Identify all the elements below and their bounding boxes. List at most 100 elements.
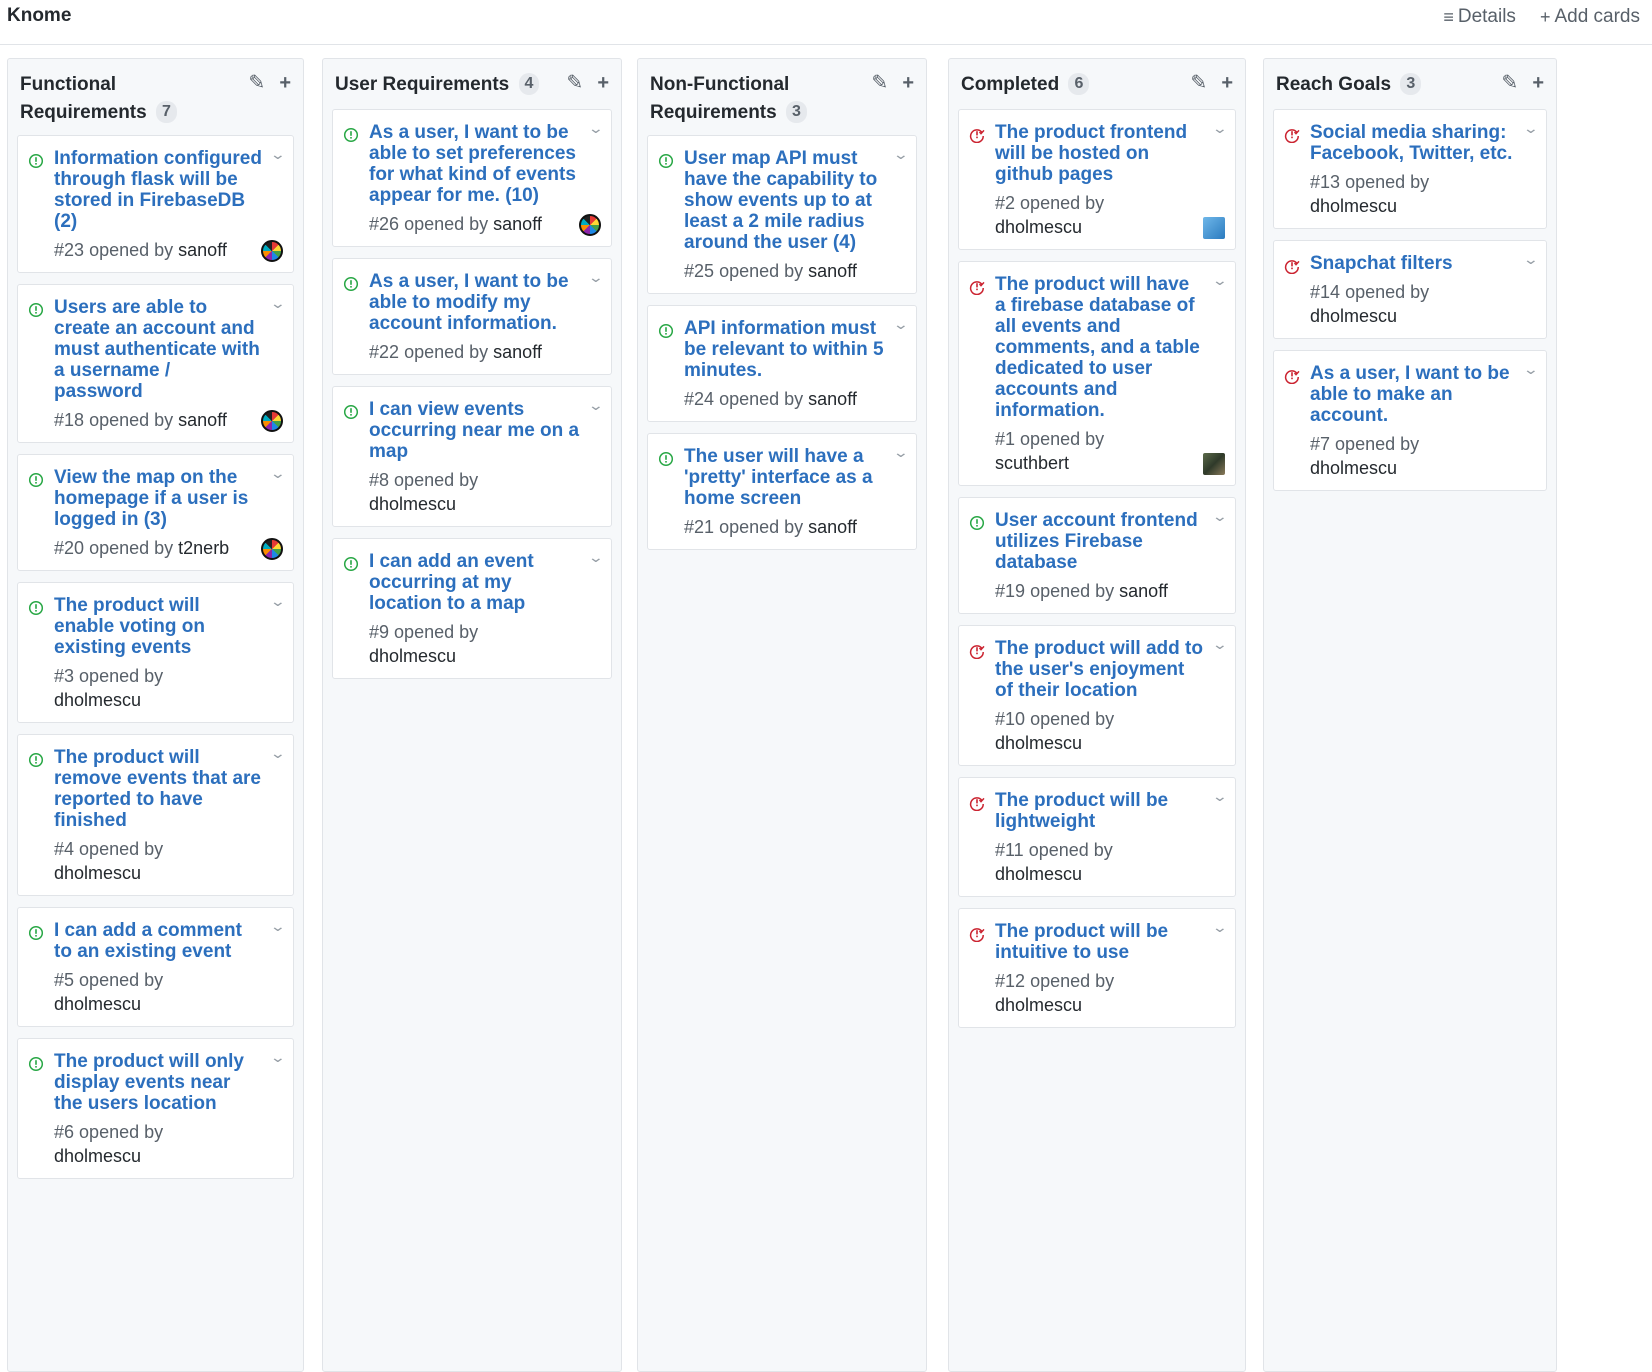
issue-author[interactable]: dholmescu: [369, 494, 456, 514]
issue-author[interactable]: dholmescu: [54, 994, 141, 1014]
add-card-plus-icon[interactable]: +: [902, 69, 914, 97]
chevron-down-icon[interactable]: ⌄: [1212, 508, 1228, 525]
issue-author[interactable]: dholmescu: [54, 690, 141, 710]
issue-author[interactable]: sanoff: [493, 342, 542, 362]
chevron-down-icon[interactable]: ⌄: [588, 120, 604, 137]
chevron-down-icon[interactable]: ⌄: [270, 593, 286, 610]
user-avatar[interactable]: [261, 538, 283, 560]
issue-author[interactable]: sanoff: [178, 240, 227, 260]
issue-card[interactable]: The product will be intuitive to use #12 …: [958, 908, 1236, 1028]
chevron-down-icon[interactable]: ⌄: [893, 316, 909, 333]
issue-author[interactable]: dholmescu: [1310, 458, 1397, 478]
edit-pencil-icon[interactable]: ✎: [1191, 69, 1208, 97]
add-card-plus-icon[interactable]: +: [597, 69, 609, 97]
issue-card[interactable]: The product will add to the user's enjoy…: [958, 625, 1236, 766]
issue-author[interactable]: dholmescu: [1310, 196, 1397, 216]
issue-author[interactable]: dholmescu: [995, 995, 1082, 1015]
issue-title-link[interactable]: Users are able to create an account and …: [54, 297, 263, 402]
issue-author[interactable]: dholmescu: [54, 1146, 141, 1166]
chevron-down-icon[interactable]: ⌄: [1523, 120, 1539, 137]
issue-title-link[interactable]: I can view events occurring near me on a…: [369, 399, 581, 462]
issue-author[interactable]: sanoff: [808, 517, 857, 537]
issue-card[interactable]: The user will have a 'pretty' interface …: [647, 433, 917, 550]
issue-card[interactable]: I can add an event occurring at my locat…: [332, 538, 612, 679]
issue-title-link[interactable]: View the map on the homepage if a user i…: [54, 467, 263, 530]
issue-title-link[interactable]: The product will be intuitive to use: [995, 921, 1205, 963]
issue-card[interactable]: Snapchat filters #14 opened by dholmescu ⌄: [1273, 240, 1547, 339]
user-avatar[interactable]: [261, 410, 283, 432]
issue-card[interactable]: User account frontend utilizes Firebase …: [958, 497, 1236, 614]
add-cards-button[interactable]: + Add cards: [1540, 6, 1640, 28]
chevron-down-icon[interactable]: ⌄: [270, 295, 286, 312]
chevron-down-icon[interactable]: ⌄: [1523, 361, 1539, 378]
chevron-down-icon[interactable]: ⌄: [1212, 272, 1228, 289]
issue-title-link[interactable]: API information must be relevant to with…: [684, 318, 886, 381]
chevron-down-icon[interactable]: ⌄: [270, 465, 286, 482]
issue-card[interactable]: Users are able to create an account and …: [17, 284, 294, 443]
issue-title-link[interactable]: As a user, I want to be able to make an …: [1310, 363, 1516, 426]
issue-title-link[interactable]: User account frontend utilizes Firebase …: [995, 510, 1205, 573]
chevron-down-icon[interactable]: ⌄: [1212, 919, 1228, 936]
issue-author[interactable]: dholmescu: [995, 217, 1082, 237]
issue-author[interactable]: t2nerb: [178, 538, 229, 558]
issue-author[interactable]: dholmescu: [995, 864, 1082, 884]
issue-title-link[interactable]: The product will only display events nea…: [54, 1051, 263, 1114]
issue-card[interactable]: The product will enable voting on existi…: [17, 582, 294, 723]
issue-author[interactable]: dholmescu: [995, 733, 1082, 753]
chevron-down-icon[interactable]: ⌄: [1212, 120, 1228, 137]
issue-card[interactable]: As a user, I want to be able to make an …: [1273, 350, 1547, 491]
chevron-down-icon[interactable]: ⌄: [1212, 636, 1228, 653]
issue-title-link[interactable]: Social media sharing: Facebook, Twitter,…: [1310, 122, 1516, 164]
chevron-down-icon[interactable]: ⌄: [588, 269, 604, 286]
issue-card[interactable]: I can view events occurring near me on a…: [332, 386, 612, 527]
issue-title-link[interactable]: The product will enable voting on existi…: [54, 595, 263, 658]
chevron-down-icon[interactable]: ⌄: [270, 146, 286, 163]
issue-card[interactable]: The product frontend will be hosted on g…: [958, 109, 1236, 250]
issue-title-link[interactable]: The product will remove events that are …: [54, 747, 263, 831]
user-avatar[interactable]: [1203, 453, 1225, 475]
issue-title-link[interactable]: I can add a comment to an existing event: [54, 920, 263, 962]
issue-title-link[interactable]: As a user, I want to be able to modify m…: [369, 271, 581, 334]
issue-author[interactable]: sanoff: [808, 389, 857, 409]
issue-title-link[interactable]: The user will have a 'pretty' interface …: [684, 446, 886, 509]
issue-card[interactable]: The product will have a firebase databas…: [958, 261, 1236, 486]
issue-title-link[interactable]: Snapchat filters: [1310, 253, 1516, 274]
issue-card[interactable]: As a user, I want to be able to modify m…: [332, 258, 612, 375]
add-card-plus-icon[interactable]: +: [1532, 69, 1544, 97]
issue-title-link[interactable]: The product will add to the user's enjoy…: [995, 638, 1205, 701]
issue-author[interactable]: sanoff: [493, 214, 542, 234]
chevron-down-icon[interactable]: ⌄: [270, 918, 286, 935]
details-button[interactable]: ≡ Details: [1443, 6, 1516, 28]
user-avatar[interactable]: [579, 214, 601, 236]
issue-title-link[interactable]: As a user, I want to be able to set pref…: [369, 122, 581, 206]
chevron-down-icon[interactable]: ⌄: [588, 549, 604, 566]
chevron-down-icon[interactable]: ⌄: [1212, 788, 1228, 805]
issue-card[interactable]: The product will be lightweight #11 opene…: [958, 777, 1236, 897]
issue-card[interactable]: View the map on the homepage if a user i…: [17, 454, 294, 571]
add-card-plus-icon[interactable]: +: [279, 69, 291, 97]
issue-card[interactable]: I can add a comment to an existing event…: [17, 907, 294, 1027]
issue-title-link[interactable]: The product frontend will be hosted on g…: [995, 122, 1205, 185]
issue-author[interactable]: dholmescu: [369, 646, 456, 666]
edit-pencil-icon[interactable]: ✎: [872, 69, 889, 97]
edit-pencil-icon[interactable]: ✎: [1502, 69, 1519, 97]
issue-card[interactable]: The product will remove events that are …: [17, 734, 294, 896]
issue-title-link[interactable]: The product will have a firebase databas…: [995, 274, 1205, 421]
issue-author[interactable]: sanoff: [1119, 581, 1168, 601]
issue-title-link[interactable]: I can add an event occurring at my locat…: [369, 551, 581, 614]
issue-card[interactable]: API information must be relevant to with…: [647, 305, 917, 422]
edit-pencil-icon[interactable]: ✎: [249, 69, 266, 97]
issue-title-link[interactable]: Information configured through flask wil…: [54, 148, 263, 232]
chevron-down-icon[interactable]: ⌄: [893, 444, 909, 461]
issue-card[interactable]: User map API must have the capability to…: [647, 135, 917, 294]
add-card-plus-icon[interactable]: +: [1221, 69, 1233, 97]
chevron-down-icon[interactable]: ⌄: [588, 397, 604, 414]
user-avatar[interactable]: [1203, 217, 1225, 239]
issue-card[interactable]: The product will only display events nea…: [17, 1038, 294, 1179]
user-avatar[interactable]: [261, 240, 283, 262]
issue-author[interactable]: scuthbert: [995, 453, 1069, 473]
issue-card[interactable]: Social media sharing: Facebook, Twitter,…: [1273, 109, 1547, 229]
edit-pencil-icon[interactable]: ✎: [567, 69, 584, 97]
chevron-down-icon[interactable]: ⌄: [893, 146, 909, 163]
chevron-down-icon[interactable]: ⌄: [1523, 251, 1539, 268]
